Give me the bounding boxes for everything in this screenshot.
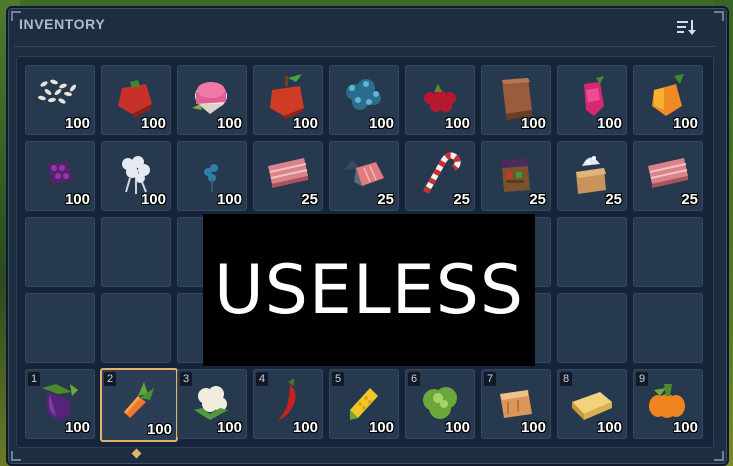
item-quantity: 25 [681,191,698,208]
inventory-slot-empty[interactable] [557,293,627,363]
inventory-slot-bacon[interactable]: 25 [633,141,703,211]
item-quantity: 100 [444,419,470,436]
item-quantity: 100 [520,115,546,132]
item-quantity: 100 [292,419,318,436]
inventory-slot-bread[interactable]: 7 100 [481,369,551,439]
inventory-slot-bacon[interactable]: 25 [253,141,323,211]
item-quantity: 25 [605,191,622,208]
radish-icon [192,82,227,114]
inventory-slot-blue-berry-bush[interactable]: 100 [329,65,399,135]
pumpkin-icon [649,384,685,418]
item-quantity: 100 [292,115,318,132]
item-quantity: 100 [140,191,166,208]
item-quantity: 100 [216,115,242,132]
orange-pepper-icon [652,74,684,116]
inventory-slot-rice[interactable]: 100 [25,65,95,135]
item-quantity: 100 [596,115,622,132]
cabbage-icon [423,387,457,419]
inventory-slot-orange-pepper[interactable]: 100 [633,65,703,135]
inventory-slot-blue-flower[interactable]: 100 [177,141,247,211]
fish-fillet-icon [344,160,384,186]
inventory-slot-wood-block[interactable]: 100 [481,65,551,135]
useless-overlay: USELESS [203,214,535,366]
inventory-slot-white-flower[interactable]: 100 [101,141,171,211]
inventory-slot-red-berries[interactable]: 100 [405,65,475,135]
item-quantity: 100 [368,419,394,436]
bacon-icon [268,158,308,188]
inventory-slot-corn[interactable]: 5 100 [329,369,399,439]
sort-icon [677,20,696,35]
item-quantity: 25 [529,191,546,208]
white-flower-icon [122,156,150,194]
inventory-slot-market-stall[interactable]: 25 [481,141,551,211]
blue-berry-bush-icon [346,79,381,110]
inventory-slot-cabbage[interactable]: 6 100 [405,369,475,439]
inventory-slot-pumpkin[interactable]: 9 100 [633,369,703,439]
inventory-slot-chili-pepper[interactable]: 4 100 [253,369,323,439]
tomato-icon [118,80,152,118]
item-quantity: 100 [672,419,698,436]
item-quantity: 25 [453,191,470,208]
wood-block-icon [502,78,532,120]
cauliflower-icon [194,386,228,420]
inventory-slot-empty[interactable] [633,217,703,287]
inventory-slot-ice-box[interactable]: 25 [557,141,627,211]
purple-berry-icon [48,162,72,184]
item-quantity: 100 [216,191,242,208]
item-quantity: 25 [301,191,318,208]
item-quantity: 100 [146,421,172,438]
inventory-slot-empty[interactable] [101,293,171,363]
panel-corner [11,451,21,461]
ice-box-icon [576,156,606,194]
item-quantity: 100 [596,419,622,436]
red-berries-icon [424,84,456,112]
panel-corner [714,451,724,461]
inventory-slot-cauliflower[interactable]: 3 100 [177,369,247,439]
item-quantity: 100 [444,115,470,132]
inventory-slot-candy-cane[interactable]: 25 [405,141,475,211]
item-quantity: 100 [64,191,90,208]
item-quantity: 25 [377,191,394,208]
item-quantity: 100 [368,115,394,132]
inventory-slot-eggplant[interactable]: 1 100 [25,369,95,439]
item-quantity: 100 [216,419,242,436]
cheese-icon [572,392,612,420]
inventory-slot-cheese[interactable]: 8 100 [557,369,627,439]
corn-icon [350,388,378,420]
market-stall-icon [502,158,530,192]
inventory-slot-empty[interactable] [101,217,171,287]
inventory-slot-pink-berry[interactable]: 100 [557,65,627,135]
blue-flower-icon [204,164,218,192]
apple-icon [270,74,304,120]
inventory-slot-empty[interactable] [557,217,627,287]
inventory-title: INVENTORY [19,16,106,32]
bacon-icon [648,158,688,188]
pink-berry-icon [584,76,604,116]
item-quantity: 100 [520,419,546,436]
title-divider [14,46,715,47]
item-quantity: 100 [64,115,90,132]
chili-pepper-icon [278,378,296,420]
item-quantity: 100 [672,115,698,132]
bread-icon [500,390,532,418]
sort-button[interactable] [676,18,698,38]
inventory-slot-apple[interactable]: 100 [253,65,323,135]
eggplant-icon [42,384,78,420]
inventory-slot-empty[interactable] [25,293,95,363]
inventory-slot-tomato[interactable]: 100 [101,65,171,135]
rice-icon [38,79,76,104]
candy-cane-icon [423,152,461,194]
inventory-slot-empty[interactable] [25,217,95,287]
inventory-slot-purple-berry[interactable]: 100 [25,141,95,211]
inventory-slot-carrot[interactable]: 2 100 [100,368,178,442]
inventory-slot-fish-fillet[interactable]: 25 [329,141,399,211]
inventory-slot-empty[interactable] [633,293,703,363]
inventory-slot-radish[interactable]: 100 [177,65,247,135]
item-quantity: 100 [64,419,90,436]
panel-corner [714,11,724,21]
item-quantity: 100 [140,115,166,132]
carrot-icon [124,382,154,418]
